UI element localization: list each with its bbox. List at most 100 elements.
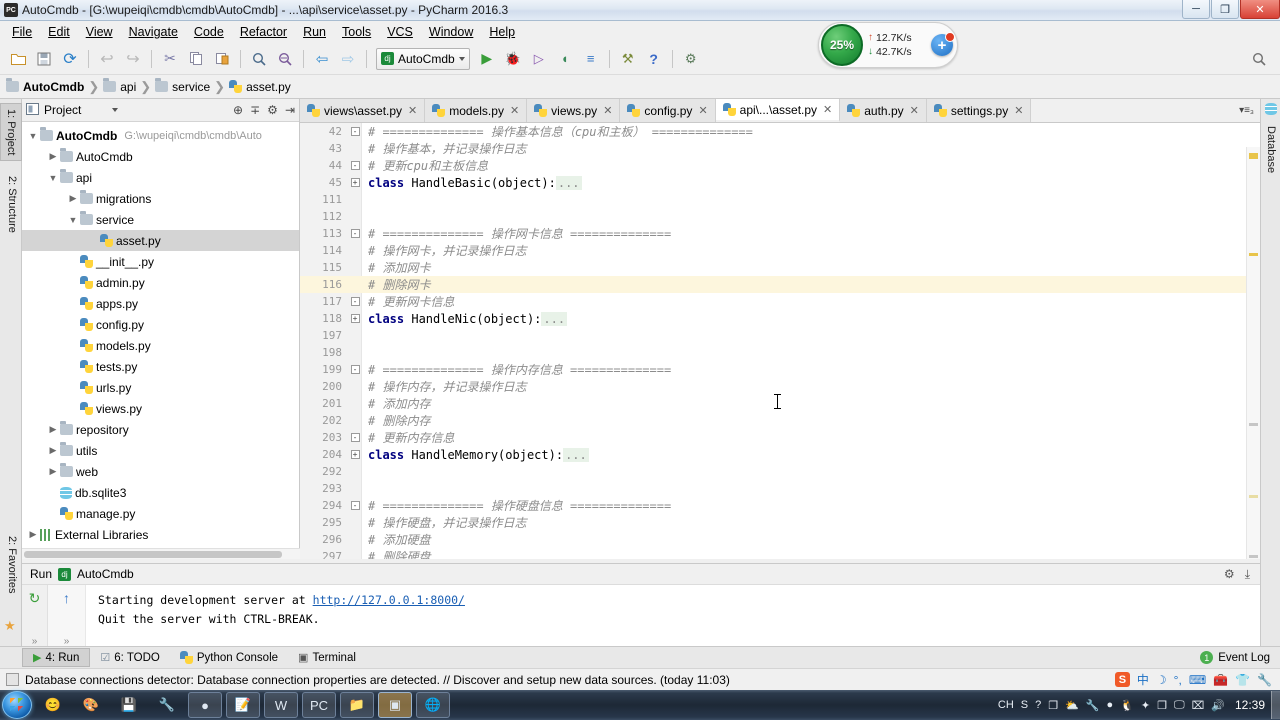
attach-process-icon[interactable]: ⚒	[617, 48, 639, 70]
run-icon[interactable]: ▶	[476, 48, 498, 70]
tree-row[interactable]: manage.py	[22, 503, 299, 524]
code-line[interactable]: 42- # ============== 操作基本信息（cpu和主板） =====…	[300, 123, 1260, 140]
server-url-link[interactable]: http://127.0.0.1:8000/	[313, 593, 465, 607]
notification-icon[interactable]	[6, 673, 19, 686]
cut-icon[interactable]: ✂	[159, 48, 181, 70]
taskbar-icon-app-orange[interactable]: ▣	[378, 692, 412, 718]
chevron-right-icon[interactable]: ▶	[46, 151, 60, 162]
tree-row[interactable]: tests.py	[22, 356, 299, 377]
code-line[interactable]: 297 # 删除硬盘	[300, 548, 1260, 559]
taskbar-icon-media[interactable]: 🌐	[416, 692, 450, 718]
sogou-tray-icon[interactable]: S	[1021, 699, 1028, 711]
tab-list-icon[interactable]: ▾≡₃	[1239, 105, 1254, 116]
tool-button-python-console[interactable]: Python Console	[170, 649, 288, 666]
tool-button-todo[interactable]: ☑ 6: TODO	[90, 649, 169, 666]
chevron-right-icon[interactable]: ▶	[46, 466, 60, 477]
code-line[interactable]: 44- # 更新cpu和主板信息	[300, 157, 1260, 174]
taskbar-icon-save[interactable]: 💾	[112, 692, 146, 718]
weather-tray-icon[interactable]: ⛅	[1065, 699, 1079, 712]
open-folder-icon[interactable]	[7, 48, 29, 70]
menu-file[interactable]: File	[4, 23, 40, 41]
wrench-icon[interactable]: 🔧	[1257, 673, 1272, 687]
tools-tray-icon[interactable]: 🔧	[1086, 699, 1100, 712]
editor-tab[interactable]: auth.py ✕	[840, 99, 927, 122]
punctuation-icon[interactable]: °,	[1174, 673, 1182, 687]
tree-row[interactable]: ▶ External Libraries	[22, 524, 299, 545]
fold-collapse-icon[interactable]: -	[348, 364, 362, 375]
tree-row[interactable]: ▼ AutoCmdb G:\wupeiqi\cmdb\cmdb\Auto	[22, 125, 299, 146]
tree-row[interactable]: ▶ migrations	[22, 188, 299, 209]
editor-tab[interactable]: settings.py ✕	[926, 99, 1032, 122]
menu-help[interactable]: Help	[481, 23, 523, 41]
taskbar-icon-tools[interactable]: 🔧	[150, 692, 184, 718]
run-with-console-icon[interactable]: ≡	[580, 48, 602, 70]
code-line[interactable]: 43 # 操作基本，并记录操作日志	[300, 140, 1260, 157]
scrollbar-thumb[interactable]	[24, 551, 282, 558]
menu-view[interactable]: View	[78, 23, 121, 41]
editor-tab[interactable]: config.py ✕	[620, 99, 716, 122]
settings-gear-icon[interactable]: ⚙	[1224, 567, 1235, 582]
chevron-right-icon[interactable]: ▶	[46, 445, 60, 456]
taskbar-icon-pycharm[interactable]: PC	[302, 692, 336, 718]
breadcrumb-item-project[interactable]: AutoCmdb	[6, 78, 88, 94]
tool-button-terminal[interactable]: ▣ Terminal	[288, 649, 366, 666]
close-icon[interactable]: ✕	[603, 104, 612, 117]
scroll-marker-warning[interactable]	[1249, 253, 1258, 256]
menu-code[interactable]: Code	[186, 23, 232, 41]
tree-row[interactable]: models.py	[22, 335, 299, 356]
find-icon[interactable]	[248, 48, 270, 70]
fold-collapse-icon[interactable]: -	[348, 296, 362, 307]
taskbar-icon-notepad[interactable]: 📝	[226, 692, 260, 718]
tree-row[interactable]: ▶ repository	[22, 419, 299, 440]
run-configuration-selector[interactable]: dj AutoCmdb	[376, 47, 470, 70]
fold-collapse-icon[interactable]: -	[348, 432, 362, 443]
project-tree[interactable]: ▼ AutoCmdb G:\wupeiqi\cmdb\cmdb\Auto ▶ AutoC…	[22, 122, 299, 558]
tree-row[interactable]: urls.py	[22, 377, 299, 398]
code-line[interactable]: 116 # 删除网卡	[300, 276, 1260, 293]
copy-icon[interactable]	[185, 48, 207, 70]
taskbar-clock[interactable]: 12:39	[1229, 698, 1271, 712]
code-line[interactable]: 45 + class HandleBasic(object):...	[300, 174, 1260, 191]
taskbar-icon-paint[interactable]: 🎨	[74, 692, 108, 718]
start-button[interactable]	[2, 691, 32, 719]
editor-vertical-scrollbar[interactable]	[1246, 147, 1260, 559]
project-horizontal-scrollbar[interactable]	[22, 548, 300, 559]
tree-row[interactable]: views.py	[22, 398, 299, 419]
code-line[interactable]: 118 + class HandleNic(object):...	[300, 310, 1260, 327]
scroll-marker-change[interactable]	[1249, 423, 1258, 426]
window-tray-icon[interactable]: ❐	[1048, 699, 1058, 712]
paste-icon[interactable]	[211, 48, 233, 70]
show-desktop-button[interactable]	[1271, 691, 1280, 719]
event-log-button[interactable]: 1 Event Log	[1200, 651, 1280, 664]
chevron-right-icon[interactable]: ▶	[46, 424, 60, 435]
sogou-icon[interactable]: S	[1114, 672, 1130, 687]
moon-icon[interactable]: ☽	[1156, 673, 1167, 687]
tree-row[interactable]: __init__.py	[22, 251, 299, 272]
editor-tab-overflow[interactable]: ▾≡₃	[1233, 99, 1260, 122]
folded-code-ellipsis[interactable]: ...	[555, 175, 582, 190]
forward-icon[interactable]: ⇨	[337, 48, 359, 70]
save-all-icon[interactable]	[33, 48, 55, 70]
code-line[interactable]: 197	[300, 327, 1260, 344]
chevron-down-icon[interactable]	[112, 108, 119, 112]
network-speed-widget[interactable]: 25% ↑ 12.7K/s ↓ 42.7K/s +	[818, 22, 958, 68]
add-button-icon[interactable]: +	[931, 32, 955, 56]
menu-run[interactable]: Run	[295, 23, 334, 41]
chevron-down-icon[interactable]: ▼	[26, 131, 40, 141]
coverage-icon[interactable]: ▷	[528, 48, 550, 70]
menu-tools[interactable]: Tools	[334, 23, 379, 41]
language-indicator[interactable]: CH	[998, 699, 1014, 711]
code-line[interactable]: 200 # 操作内存，并记录操作日志	[300, 378, 1260, 395]
excel-tray-icon[interactable]: ⌧	[1192, 699, 1205, 712]
code-line[interactable]: 204 + class HandleMemory(object):...	[300, 446, 1260, 463]
editor-tab[interactable]: api\...\asset.py ✕	[715, 99, 841, 122]
tree-row[interactable]: ▶ utils	[22, 440, 299, 461]
code-line[interactable]: 111	[300, 191, 1260, 208]
sidebar-item-database[interactable]: Database	[1261, 121, 1280, 178]
chevron-right-icon[interactable]: ▶	[66, 193, 80, 204]
help-tray-icon[interactable]: ?	[1035, 699, 1041, 711]
settings-gear-icon[interactable]: ⚙	[680, 48, 702, 70]
breadcrumb-item-api[interactable]: api	[103, 78, 140, 94]
code-line[interactable]: 201 # 添加内存	[300, 395, 1260, 412]
maximize-button[interactable]: ❐	[1211, 0, 1239, 19]
